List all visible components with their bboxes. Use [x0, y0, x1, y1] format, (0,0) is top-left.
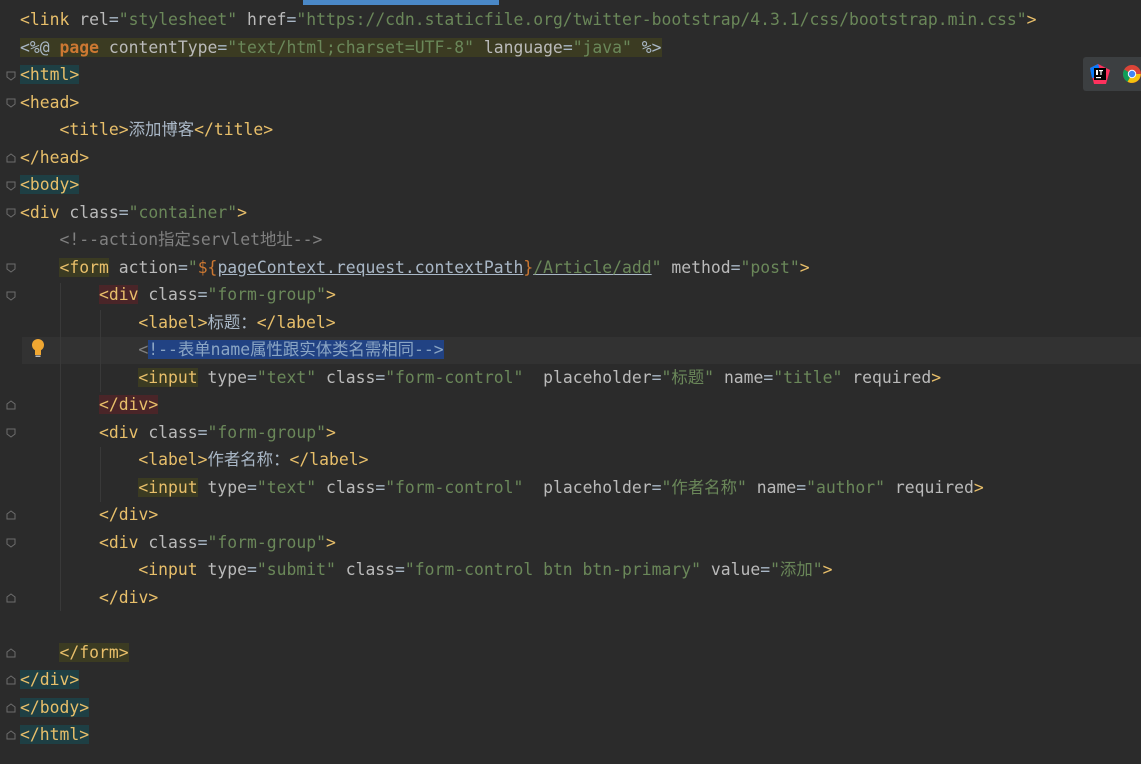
fold-marker-icon[interactable]: [5, 207, 17, 219]
code-line-rendered: </form>: [59, 643, 129, 662]
code-line-rendered: <div class="form-group">: [98, 423, 336, 442]
code-line[interactable]: <link rel="stylesheet" href="https://cdn…: [20, 6, 1036, 33]
code-line-rendered: </html>: [20, 725, 90, 744]
code-line[interactable]: </head></head>: [20, 144, 89, 171]
code-line-rendered: </div>: [20, 670, 80, 689]
fold-marker-icon[interactable]: [5, 290, 17, 302]
code-line-rendered: <label>标题：</label>: [138, 313, 336, 332]
code-line[interactable]: </div> </div>: [20, 501, 158, 528]
fold-marker-icon[interactable]: [5, 97, 17, 109]
code-line[interactable]: <div class="form-group"> <div class="for…: [20, 281, 336, 308]
fold-marker-icon[interactable]: [5, 509, 17, 521]
code-line-rendered: <input type="submit" class="form-control…: [138, 560, 833, 579]
code-line[interactable]: <%@ page contentType="text/html;charset=…: [20, 34, 662, 61]
fold-marker-icon[interactable]: [5, 674, 17, 686]
code-line[interactable]: <input type="text" class="form-control" …: [20, 474, 984, 501]
code-line[interactable]: </div> </div>: [20, 391, 159, 418]
code-line[interactable]: </div></div>: [20, 666, 80, 693]
code-line-rendered: <input type="text" class="form-control" …: [138, 478, 984, 497]
scroll-marker: [303, 0, 499, 5]
code-line[interactable]: </form> </form>: [20, 639, 129, 666]
code-line-rendered: <!--表单name属性跟实体类名需相同-->: [138, 340, 444, 359]
code-line[interactable]: <body><body>: [20, 171, 80, 198]
code-line[interactable]: </div> </div>: [20, 584, 158, 611]
code-line-rendered: </div>: [98, 395, 159, 414]
code-line-rendered: <title>添加博客</title>: [59, 120, 274, 139]
code-line[interactable]: <input type="submit" class="form-control…: [20, 556, 832, 583]
code-line-rendered: <!--action指定servlet地址-->: [59, 230, 323, 249]
fold-marker-icon[interactable]: [5, 399, 17, 411]
code-line[interactable]: <label>标题：</label> <label>标题：</label>: [20, 309, 336, 336]
code-line-rendered: </div>: [98, 505, 159, 524]
code-line[interactable]: <html><html>: [20, 61, 80, 88]
code-line-rendered: <div class="container">: [20, 203, 248, 222]
code-line[interactable]: <!--action指定servlet地址--> <!--action指定ser…: [20, 226, 322, 253]
fold-marker-icon[interactable]: [5, 537, 17, 549]
code-line-rendered: <body>: [20, 175, 80, 194]
intellij-icon[interactable]: [1090, 64, 1110, 84]
code-line[interactable]: <div class="form-group"> <div class="for…: [20, 529, 336, 556]
code-line[interactable]: </html></html>: [20, 721, 90, 748]
code-line-rendered: <html>: [20, 65, 80, 84]
code-line-rendered: </body>: [20, 698, 90, 717]
code-line-rendered: </head>: [20, 148, 90, 167]
fold-marker-icon[interactable]: [5, 592, 17, 604]
chrome-icon[interactable]: [1122, 64, 1141, 84]
fold-marker-icon[interactable]: [5, 729, 17, 741]
fold-marker-icon[interactable]: [5, 180, 17, 192]
code-line[interactable]: <label>作者名称：</label> <label>作者名称：</label…: [20, 446, 368, 473]
code-line-rendered: <div class="form-group">: [98, 285, 336, 304]
fold-marker-icon[interactable]: [5, 427, 17, 439]
code-line[interactable]: </body></body>: [20, 694, 90, 721]
code-line-rendered: <%@ page contentType="text/html;charset=…: [20, 38, 662, 57]
fold-marker-icon[interactable]: [5, 702, 17, 714]
code-line[interactable]: <title>添加博客</title> <title>添加博客</title>: [20, 116, 273, 143]
code-line-rendered: <head>: [20, 93, 80, 112]
code-line-rendered: <div class="form-group">: [98, 533, 336, 552]
fold-marker-icon[interactable]: [5, 647, 17, 659]
code-line[interactable]: <div class="container"><div class="conta…: [20, 199, 247, 226]
code-line-rendered: <input type="text" class="form-control" …: [138, 368, 942, 387]
code-line-rendered: </div>: [98, 588, 159, 607]
fold-marker-icon[interactable]: [5, 152, 17, 164]
code-line-rendered: <form action="${pageContext.request.cont…: [59, 258, 810, 277]
code-line[interactable]: <form action="${pageContext.request.cont…: [20, 254, 810, 281]
code-line[interactable]: <input type="text" class="form-control" …: [20, 364, 941, 391]
code-line[interactable]: <head><head>: [20, 89, 79, 116]
code-line-rendered: <label>作者名称：</label>: [138, 450, 369, 469]
fold-marker-icon[interactable]: [5, 262, 17, 274]
code-line-rendered: <link rel="stylesheet" href="https://cdn…: [20, 10, 1037, 29]
fold-marker-icon[interactable]: [5, 70, 17, 82]
code-line[interactable]: <!--表单name属性跟实体类名需相同--> <!--表单name属性跟实体类…: [20, 336, 444, 363]
code-line[interactable]: <div class="form-group"> <div class="for…: [20, 419, 336, 446]
